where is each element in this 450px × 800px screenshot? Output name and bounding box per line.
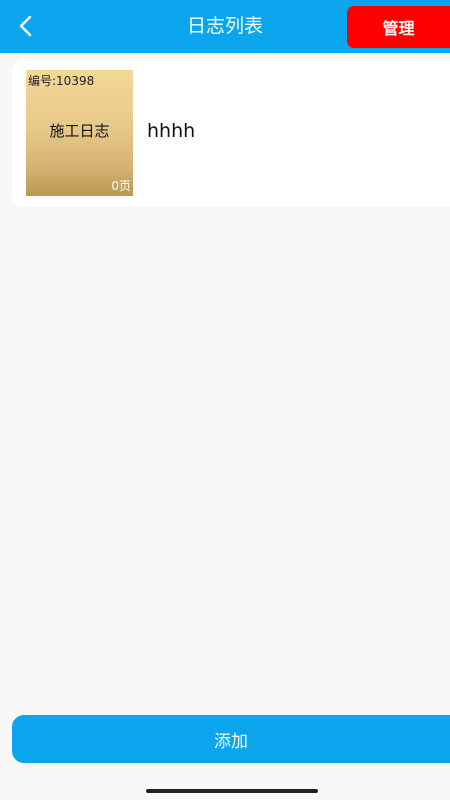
log-cover-id: 编号:10398 [28, 74, 95, 88]
log-cover-title: 施工日志 [49, 122, 110, 140]
add-button[interactable]: 添加 [12, 715, 450, 763]
chevron-left-icon [19, 15, 32, 37]
home-indicator [146, 789, 318, 793]
back-button[interactable] [8, 8, 44, 44]
manage-button[interactable]: 管理 [347, 6, 450, 48]
log-cover: 编号:10398 施工日志 0页 [26, 70, 133, 196]
header-bar: 日志列表 管理 [0, 0, 450, 53]
log-cover-pages: 0页 [111, 179, 131, 193]
log-name: hhhh [147, 120, 196, 142]
log-list-item[interactable]: 编号:10398 施工日志 0页 hhhh [12, 60, 450, 207]
